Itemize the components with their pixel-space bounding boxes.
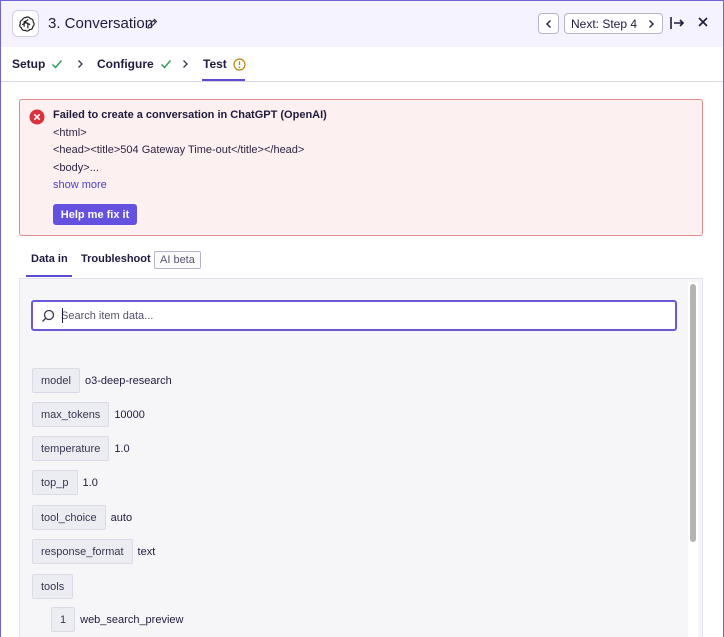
edit-title-button[interactable] [146, 17, 158, 35]
item-key[interactable]: model [32, 368, 80, 393]
list-item: max_tokens 10000 [32, 402, 145, 427]
tab-configure[interactable]: Configure [97, 57, 172, 71]
search-field[interactable] [31, 300, 677, 331]
item-key[interactable]: tool_choice [32, 505, 106, 530]
openai-logo-icon [12, 10, 39, 37]
search-input[interactable] [61, 307, 661, 325]
step-panel: 3. Conversation Next: Step 4 Setup Confi… [0, 0, 724, 637]
step-title: 3. Conversation [48, 15, 154, 32]
item-value: auto [110, 511, 133, 524]
error-detail-line: <body>... [53, 162, 99, 174]
search-icon [42, 309, 55, 322]
show-more-link[interactable]: show more [53, 179, 107, 191]
error-alert: Failed to create a conversation in ChatG… [19, 99, 703, 236]
help-me-fix-it-button[interactable]: Help me fix it [53, 204, 137, 225]
tab-configure-label: Configure [97, 57, 154, 71]
previous-step-button[interactable] [538, 13, 559, 34]
close-button[interactable] [696, 15, 710, 34]
tab-data-in[interactable]: Data in [31, 253, 68, 265]
text-cursor [62, 308, 63, 323]
chevron-right-icon [649, 20, 654, 28]
tab-setup-label: Setup [12, 57, 46, 71]
check-icon [160, 60, 171, 69]
tab-active-indicator [26, 275, 72, 277]
list-item: response_format text [32, 539, 155, 564]
item-key[interactable]: tools [32, 574, 74, 599]
tab-test-label: Test [203, 57, 227, 71]
next-step-label: Next: Step 4 [571, 16, 638, 31]
list-item: temperature 1.0 [32, 436, 130, 461]
warning-icon [233, 57, 246, 71]
pencil-icon [147, 18, 158, 29]
item-key[interactable]: max_tokens [32, 402, 110, 427]
tab-troubleshoot[interactable]: Troubleshoot [81, 253, 151, 265]
close-icon [698, 17, 708, 27]
list-item: model o3-deep-research [32, 368, 172, 393]
list-item: tool_choice auto [32, 505, 132, 530]
next-step-button[interactable]: Next: Step 4 [564, 13, 663, 34]
error-icon [29, 109, 45, 125]
item-value: 1.0 [114, 442, 130, 455]
scrollbar-thumb[interactable] [690, 284, 696, 542]
tab-test[interactable]: Test [203, 57, 246, 71]
error-detail-line: <head><title>504 Gateway Time-out</title… [53, 144, 305, 156]
list-item: 1 web_search_preview [51, 607, 183, 632]
item-key[interactable]: top_p [32, 470, 78, 495]
chevron-left-icon [545, 19, 551, 28]
data-in-panel: model o3-deep-research max_tokens 10000 … [19, 278, 703, 637]
item-value: 10000 [114, 408, 145, 421]
list-item: top_p 1.0 [32, 470, 98, 495]
expand-icon [670, 17, 685, 29]
check-icon [52, 60, 63, 69]
item-key[interactable]: response_format [32, 539, 133, 564]
tab-setup[interactable]: Setup [12, 57, 63, 71]
ai-beta-badge: AI beta [154, 251, 201, 269]
item-value: text [137, 545, 156, 558]
chevron-right-icon [78, 60, 83, 68]
item-value: o3-deep-research [84, 374, 172, 387]
error-title: Failed to create a conversation in ChatG… [53, 109, 327, 121]
list-item: tools [32, 574, 74, 599]
tab-active-indicator [202, 79, 245, 81]
step-header: 3. Conversation Next: Step 4 [1, 1, 723, 47]
scrollbar[interactable] [688, 282, 698, 637]
item-value: web_search_preview [80, 613, 184, 626]
chevron-right-icon [183, 60, 188, 68]
step-tabs: Setup Configure Test [1, 47, 723, 82]
item-key[interactable]: temperature [32, 436, 110, 461]
error-detail-line: <html> [53, 127, 87, 139]
item-value: 1.0 [82, 476, 98, 489]
item-index[interactable]: 1 [51, 607, 76, 632]
expand-panel-button[interactable] [669, 15, 685, 36]
